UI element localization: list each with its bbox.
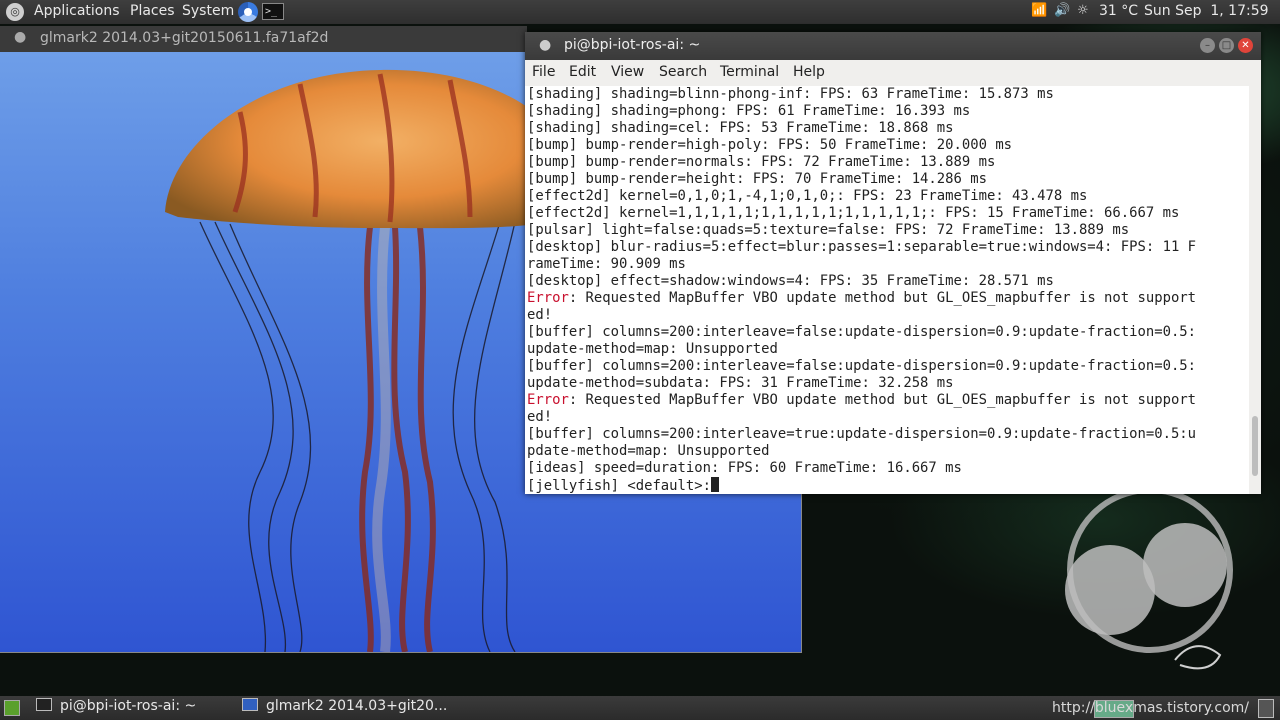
terminal-line: [effect2d] kernel=0,1,0;1,-4,1;0,1,0;: F… — [527, 188, 1249, 205]
scrollbar-thumb[interactable] — [1252, 416, 1258, 476]
terminal-line-text: : Requested MapBuffer VBO update method … — [568, 392, 1197, 408]
terminal-line-text: rameTime: 90.909 ms — [527, 256, 686, 272]
terminal-titlebar[interactable]: ● pi@bpi-iot-ros-ai: ~ – □ ✕ — [525, 32, 1261, 60]
terminal-line-text: [bump] bump-render=high-poly: FPS: 50 Fr… — [527, 137, 1013, 153]
terminal-line: [pulsar] light=false:quads=5:texture=fal… — [527, 222, 1249, 239]
wifi-icon[interactable]: 📶 — [1031, 3, 1047, 18]
terminal-line: Error: Requested MapBuffer VBO update me… — [527, 392, 1249, 409]
terminal-line-text: [jellyfish] <default>: — [527, 478, 711, 494]
taskbar-item-terminal[interactable]: pi@bpi-iot-ros-ai: ~ — [36, 698, 196, 718]
terminal-line: [jellyfish] <default>: — [527, 477, 1249, 494]
watermark-text: http://bluexmas.tistory.com/ — [1052, 700, 1249, 716]
applications-menu[interactable]: Applications — [34, 3, 120, 19]
terminal-line: [buffer] columns=200:interleave=false:up… — [527, 358, 1249, 375]
system-menu[interactable]: System — [182, 3, 234, 19]
weather-icon[interactable]: ☼ — [1077, 3, 1089, 18]
minimize-button[interactable]: – — [1200, 38, 1215, 53]
terminal-line-text: : Requested MapBuffer VBO update method … — [568, 290, 1197, 306]
places-menu[interactable]: Places — [130, 3, 175, 19]
terminal-menubar: File Edit View Search Terminal Help — [525, 60, 1261, 86]
terminal-line-text: [buffer] columns=200:interleave=false:up… — [527, 324, 1197, 340]
window-icon — [242, 698, 258, 711]
terminal-line: ed! — [527, 409, 1249, 426]
terminal-output[interactable]: [shading] shading=blinn-phong-inf: FPS: … — [525, 86, 1249, 494]
terminal-line-text: [effect2d] kernel=1,1,1,1,1;1,1,1,1,1;1,… — [527, 205, 1180, 221]
terminal-line: [bump] bump-render=height: FPS: 70 Frame… — [527, 171, 1249, 188]
terminal-line-text: [desktop] effect=shadow:windows=4: FPS: … — [527, 273, 1054, 289]
terminal-line: [bump] bump-render=normals: FPS: 72 Fram… — [527, 154, 1249, 171]
terminal-line-text: update-method=map: Unsupported — [527, 341, 778, 357]
temperature-indicator[interactable]: 31 °C — [1099, 3, 1138, 19]
terminal-line-text: [desktop] blur-radius=5:effect=blur:pass… — [527, 239, 1197, 255]
close-button[interactable]: ✕ — [1238, 38, 1253, 53]
terminal-line-text: [pulsar] light=false:quads=5:texture=fal… — [527, 222, 1130, 238]
terminal-line: [shading] shading=blinn-phong-inf: FPS: … — [527, 86, 1249, 103]
terminal-title: pi@bpi-iot-ros-ai: ~ — [564, 37, 701, 53]
menu-terminal[interactable]: Terminal — [720, 64, 779, 80]
terminal-line-text: ed! — [527, 307, 553, 323]
trash-icon[interactable] — [1258, 699, 1274, 718]
terminal-line: [desktop] effect=shadow:windows=4: FPS: … — [527, 273, 1249, 290]
terminal-line: pdate-method=map: Unsupported — [527, 443, 1249, 460]
error-label: Error — [527, 392, 569, 408]
terminal-line: [shading] shading=phong: FPS: 61 FrameTi… — [527, 103, 1249, 120]
terminal-line-text: ed! — [527, 409, 553, 425]
terminal-line-text: pdate-method=map: Unsupported — [527, 443, 770, 459]
terminal-line-text: update-method=subdata: FPS: 31 FrameTime… — [527, 375, 954, 391]
menu-file[interactable]: File — [532, 64, 555, 80]
top-panel: ◎ Applications Places System >_ 📶 🔊 ☼ 31… — [0, 0, 1280, 24]
terminal-line: [effect2d] kernel=1,1,1,1,1;1,1,1,1,1;1,… — [527, 205, 1249, 222]
menu-view[interactable]: View — [611, 64, 644, 80]
terminal-line: update-method=map: Unsupported — [527, 341, 1249, 358]
terminal-line-text: [buffer] columns=200:interleave=false:up… — [527, 358, 1197, 374]
window-menu-icon[interactable]: ● — [539, 37, 551, 53]
menu-edit[interactable]: Edit — [569, 64, 596, 80]
terminal-line: [shading] shading=cel: FPS: 53 FrameTime… — [527, 120, 1249, 137]
show-desktop-icon[interactable] — [4, 700, 20, 716]
terminal-line-text: [buffer] columns=200:interleave=true:upd… — [527, 426, 1197, 442]
volume-icon[interactable]: 🔊 — [1054, 3, 1070, 18]
terminal-line: [bump] bump-render=high-poly: FPS: 50 Fr… — [527, 137, 1249, 154]
window-menu-icon[interactable]: ● — [14, 29, 26, 45]
terminal-line: [buffer] columns=200:interleave=false:up… — [527, 324, 1249, 341]
terminal-line-text: [shading] shading=cel: FPS: 53 FrameTime… — [527, 120, 954, 136]
terminal-line: ed! — [527, 307, 1249, 324]
terminal-launcher-icon[interactable]: >_ — [262, 3, 284, 20]
terminal-line-text: [shading] shading=blinn-phong-inf: FPS: … — [527, 86, 1054, 102]
taskbar-item-label: glmark2 2014.03+git20... — [266, 698, 448, 714]
taskbar-item-label: pi@bpi-iot-ros-ai: ~ — [60, 698, 197, 714]
menu-help[interactable]: Help — [793, 64, 825, 80]
terminal-line: [ideas] speed=duration: FPS: 60 FrameTim… — [527, 460, 1249, 477]
terminal-window[interactable]: ● pi@bpi-iot-ros-ai: ~ – □ ✕ File Edit V… — [525, 32, 1261, 494]
terminal-line-text: [effect2d] kernel=0,1,0;1,-4,1;0,1,0;: F… — [527, 188, 1088, 204]
menu-search[interactable]: Search — [659, 64, 707, 80]
terminal-line: rameTime: 90.909 ms — [527, 256, 1249, 273]
maximize-button[interactable]: □ — [1219, 38, 1234, 53]
distro-logo-icon[interactable]: ◎ — [6, 3, 24, 21]
taskbar-item-glmark[interactable]: glmark2 2014.03+git20... — [242, 698, 447, 718]
terminal-line: Error: Requested MapBuffer VBO update me… — [527, 290, 1249, 307]
terminal-scrollbar[interactable] — [1249, 86, 1261, 494]
glmark-window-titlebar[interactable]: ● glmark2 2014.03+git20150611.fa71af2d — [0, 26, 527, 52]
terminal-line-text: [bump] bump-render=normals: FPS: 72 Fram… — [527, 154, 996, 170]
terminal-cursor — [710, 477, 719, 492]
terminal-line-text: [ideas] speed=duration: FPS: 60 FrameTim… — [527, 460, 962, 476]
terminal-icon — [36, 698, 52, 711]
terminal-line: update-method=subdata: FPS: 31 FrameTime… — [527, 375, 1249, 392]
browser-launcher-icon[interactable] — [238, 2, 258, 22]
terminal-line-text: [shading] shading=phong: FPS: 61 FrameTi… — [527, 103, 971, 119]
glmark-window-title: glmark2 2014.03+git20150611.fa71af2d — [40, 30, 329, 46]
terminal-line: [buffer] columns=200:interleave=true:upd… — [527, 426, 1249, 443]
terminal-line-text: [bump] bump-render=height: FPS: 70 Frame… — [527, 171, 987, 187]
error-label: Error — [527, 290, 569, 306]
terminal-line: [desktop] blur-radius=5:effect=blur:pass… — [527, 239, 1249, 256]
clock[interactable]: Sun Sep 1, 17:59 — [1144, 3, 1269, 19]
